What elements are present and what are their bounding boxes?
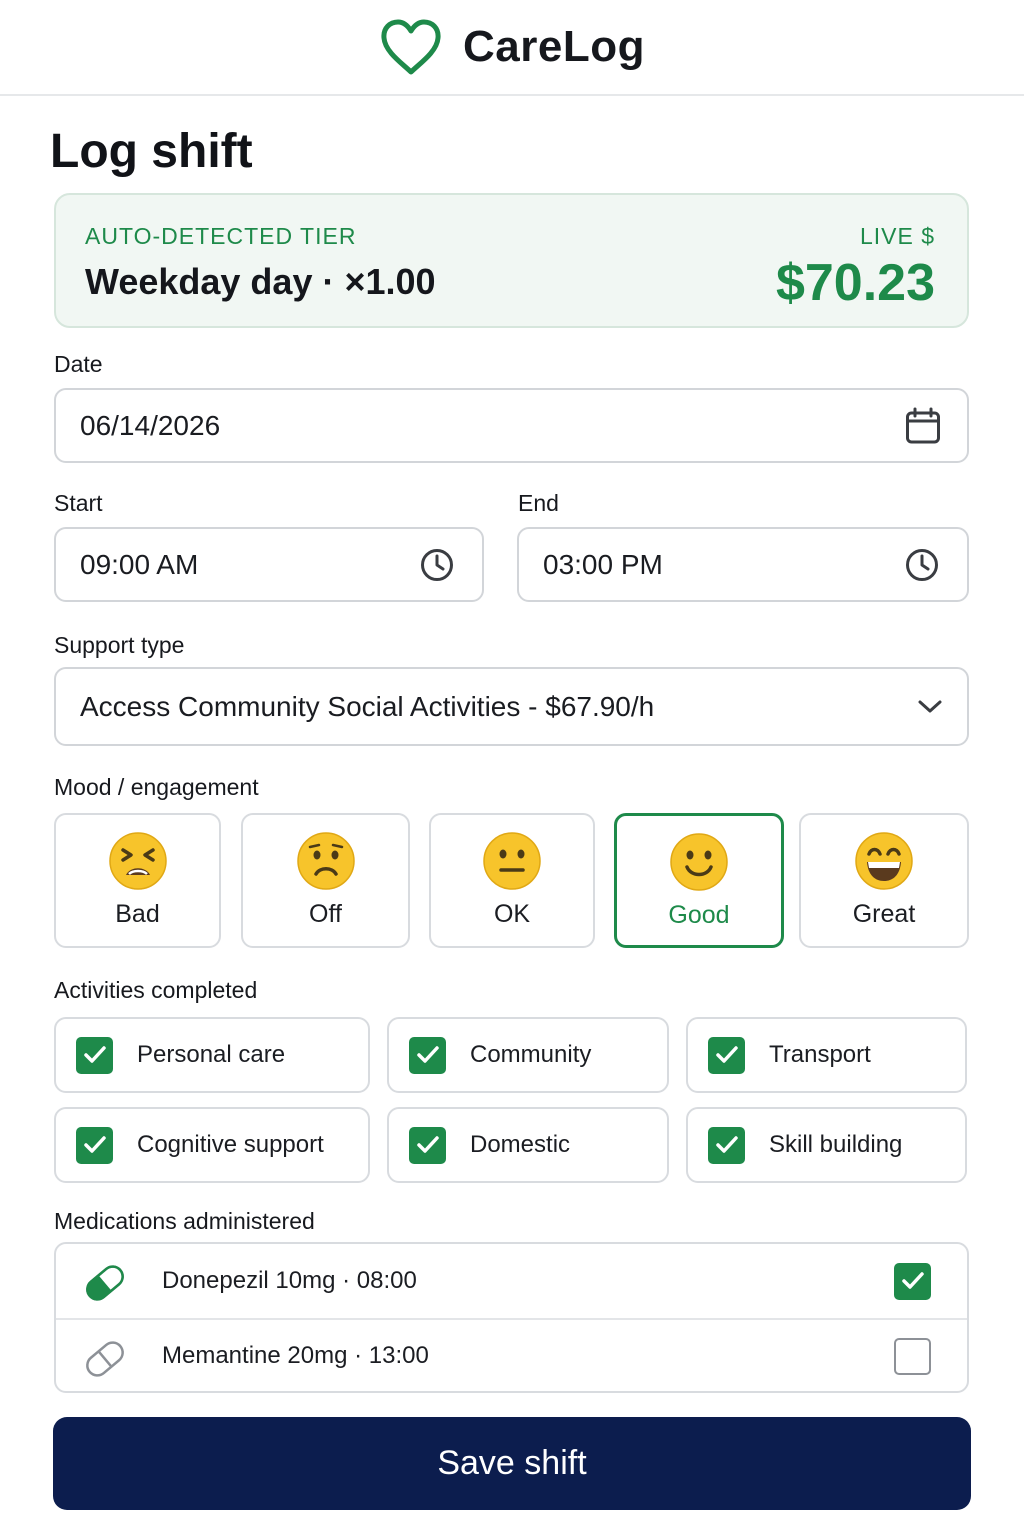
activity-cognitive-support[interactable]: Cognitive support (54, 1107, 370, 1183)
checkbox-checked[interactable] (708, 1036, 745, 1074)
check-icon (416, 1046, 439, 1063)
medication-row[interactable]: Memantine 20mg · 13:00 (56, 1318, 967, 1392)
activity-community[interactable]: Community (387, 1017, 669, 1093)
app-header: CareLog (0, 0, 1024, 96)
calendar-icon[interactable] (905, 407, 941, 445)
mood-option-off[interactable]: Off (241, 813, 410, 948)
check-icon (715, 1046, 738, 1063)
date-value: 06/14/2026 (80, 409, 221, 441)
mood-option-label: Good (668, 901, 730, 929)
mood-option-good[interactable]: Good (614, 813, 784, 948)
date-input[interactable]: 06/14/2026 (54, 388, 969, 463)
tier-value: Weekday day · ×1.00 (85, 261, 436, 302)
start-time-input[interactable]: 09:00 AM (54, 527, 484, 602)
check-icon (83, 1046, 106, 1063)
heart-outline-icon (381, 19, 441, 75)
checkbox-checked[interactable] (76, 1126, 113, 1164)
end-time-input[interactable]: 03:00 PM (517, 527, 969, 602)
slightly-smiling-face-emoji (670, 833, 728, 891)
end-time-value: 03:00 PM (543, 548, 663, 580)
mood-option-bad[interactable]: Bad (54, 813, 221, 948)
checkbox-checked[interactable] (708, 1126, 745, 1164)
checkbox-unchecked[interactable] (894, 1337, 931, 1375)
save-shift-button[interactable]: Save shift (53, 1417, 971, 1510)
mood-option-label: Off (309, 900, 342, 928)
medications-label: Medications administered (54, 1208, 315, 1234)
live-amount-label: LIVE $ (859, 223, 935, 249)
brand: CareLog (379, 18, 645, 76)
mood-option-great[interactable]: Great (799, 813, 969, 948)
mood-option-label: Great (852, 900, 916, 928)
activity-label: Skill building (769, 1131, 903, 1158)
tired-face-emoji (108, 832, 167, 890)
check-icon (83, 1136, 106, 1153)
tier-label: AUTO-DETECTED TIER (85, 223, 357, 249)
clock-icon[interactable] (420, 548, 454, 582)
checkbox-checked[interactable] (409, 1036, 446, 1074)
live-amount: $70.23 (775, 254, 935, 312)
check-icon (715, 1136, 738, 1153)
medications-list: Donepezil 10mg · 08:00 Memantine 20mg · … (54, 1242, 969, 1393)
start-time-value: 09:00 AM (80, 548, 199, 580)
activity-label: Personal care (137, 1041, 286, 1068)
checkbox-checked[interactable] (76, 1036, 113, 1074)
activity-label: Domestic (470, 1131, 571, 1158)
activity-transport[interactable]: Transport (686, 1017, 967, 1093)
mood-option-label: OK (493, 900, 531, 928)
mood-label: Mood / engagement (54, 774, 259, 800)
support-type-select[interactable]: Access Community Social Activities - $67… (54, 667, 969, 746)
activity-label: Cognitive support (137, 1131, 324, 1158)
activity-personal-care[interactable]: Personal care (54, 1017, 370, 1093)
support-type-label: Support type (54, 632, 185, 658)
frowning-face-emoji (296, 832, 355, 890)
activities-label: Activities completed (54, 977, 258, 1003)
mood-option-label: Bad (115, 900, 160, 928)
activity-skill-building[interactable]: Skill building (686, 1107, 967, 1183)
check-icon (416, 1136, 439, 1153)
check-icon (901, 1272, 924, 1289)
medication-text: Memantine 20mg · 13:00 (162, 1342, 429, 1369)
chevron-down-icon (918, 700, 942, 712)
activity-label: Transport (769, 1041, 871, 1068)
activity-domestic[interactable]: Domestic (387, 1107, 669, 1183)
pill-outline-icon (86, 1341, 124, 1377)
activity-label: Community (470, 1041, 592, 1068)
checkbox-checked[interactable] (894, 1262, 931, 1300)
medication-row[interactable]: Donepezil 10mg · 08:00 (56, 1244, 967, 1318)
medication-text: Donepezil 10mg · 08:00 (162, 1267, 417, 1294)
tier-card: AUTO-DETECTED TIER Weekday day · ×1.00 L… (54, 193, 969, 328)
mood-option-ok[interactable]: OK (429, 813, 595, 948)
pill-filled-icon (86, 1265, 124, 1301)
neutral-face-emoji (483, 832, 541, 890)
page-title: Log shift (50, 125, 253, 178)
grinning-face-emoji (855, 832, 913, 890)
end-label: End (518, 490, 559, 516)
checkbox-checked[interactable] (409, 1126, 446, 1164)
date-label: Date (54, 351, 103, 377)
app-name: CareLog (463, 22, 645, 71)
start-label: Start (54, 490, 103, 516)
clock-icon[interactable] (905, 548, 939, 582)
support-type-value: Access Community Social Activities - $67… (80, 690, 655, 722)
